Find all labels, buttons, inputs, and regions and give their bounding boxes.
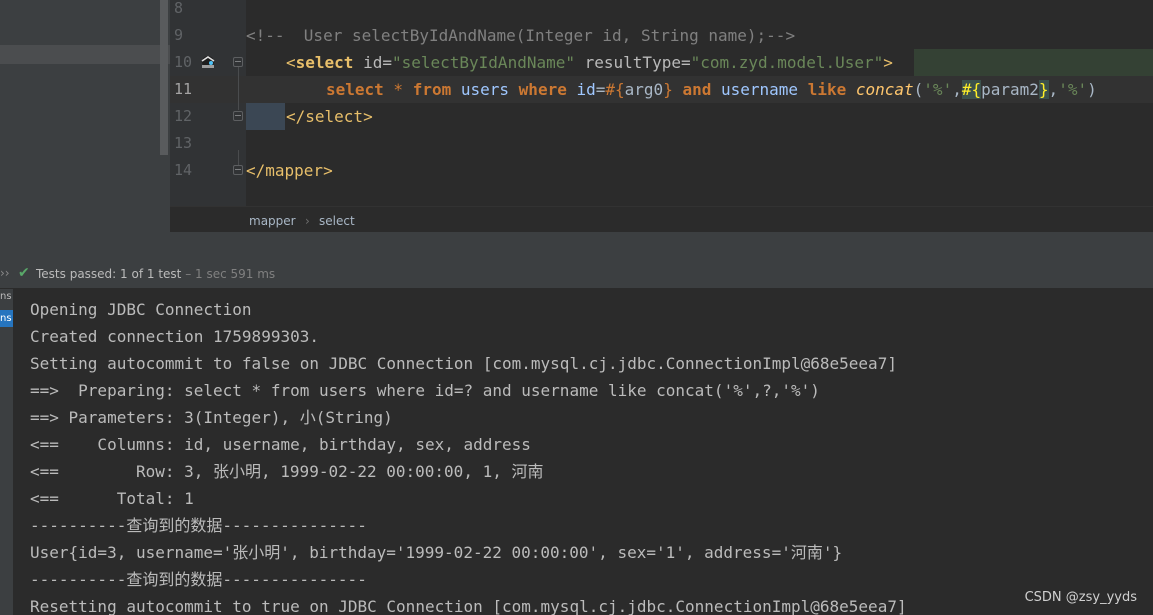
attr-value: "selectByIdAndName"	[391, 53, 575, 72]
check-icon: ✔	[18, 265, 30, 281]
param-brace: #{	[961, 80, 982, 99]
param-brace: }	[1038, 80, 1049, 99]
breadcrumb-item-select[interactable]: select	[319, 214, 355, 228]
sql-keyword: and	[672, 80, 721, 99]
sql-string: '%'	[1058, 80, 1088, 99]
param-brace: }	[663, 80, 673, 99]
console-line: ----------查询到的数据---------------	[30, 570, 367, 589]
console-line: Created connection 1759899303.	[30, 327, 319, 346]
breadcrumb-separator: ›	[305, 214, 310, 228]
param-name: arg0	[624, 80, 664, 99]
sql-keyword: where	[518, 80, 567, 99]
line-number: 10	[174, 53, 193, 71]
code-line-comment: <!-- User selectByIdAndName(Integer id, …	[246, 26, 796, 45]
sql-operator: *	[383, 80, 413, 99]
tag-bracket: >	[883, 53, 893, 72]
console-line: ==> Preparing: select * from users where…	[30, 381, 820, 400]
breadcrumb-item-mapper[interactable]: mapper	[249, 214, 296, 228]
console-line: <== Row: 3, 张小明, 1999-02-22 00:00:00, 1,…	[30, 462, 544, 481]
console-line: <== Total: 1	[30, 489, 194, 508]
test-status-text: Tests passed: 1 of 1 test – 1 sec 591 ms	[36, 267, 275, 281]
expand-chevron-icon[interactable]: ››	[0, 266, 10, 280]
sql-string: '%'	[923, 80, 953, 99]
test-duration: – 1 sec 591 ms	[181, 267, 276, 281]
console-line: Setting autocommit to false on JDBC Conn…	[30, 354, 897, 373]
fold-toggle-icon[interactable]	[233, 57, 243, 67]
code-line-select-close: </select>	[286, 107, 373, 126]
sql-column: username	[721, 80, 799, 99]
param-name: param2	[981, 80, 1039, 99]
sql-function: concat	[855, 80, 914, 99]
line-number: 9	[174, 26, 184, 44]
param-brace: #{	[605, 80, 625, 99]
line-number: 12	[174, 107, 193, 125]
console-line: ----------查询到的数据---------------	[30, 516, 367, 535]
tag-bracket: <	[286, 53, 296, 72]
project-panel-selected-row[interactable]	[0, 45, 170, 64]
selection-highlight	[246, 103, 285, 130]
attr-name: resultType=	[575, 53, 691, 72]
sql-keyword: like	[798, 80, 856, 99]
watermark: CSDN @zsy_yyds	[1024, 590, 1137, 605]
line-number: 11	[174, 80, 193, 98]
line-number: 13	[174, 134, 193, 152]
project-panel-scrollbar[interactable]	[160, 0, 168, 155]
sql-column: id	[566, 80, 596, 99]
console-tab[interactable]: ns	[0, 291, 13, 307]
breadcrumb: mapper › select	[170, 206, 1153, 233]
console-output[interactable]: Opening JDBC Connection Created connecti…	[13, 289, 1153, 615]
attr-value: "com.zyd.model.User"	[690, 53, 884, 72]
console-line: User{id=3, username='张小明', birthday='199…	[30, 543, 843, 562]
attr-name: id=	[353, 53, 392, 72]
paren: (	[913, 80, 924, 99]
tests-passed-count: 1	[120, 267, 128, 281]
mybatis-mapper-icon[interactable]	[199, 53, 219, 71]
comma: ,	[1048, 80, 1059, 99]
code-line-sql: select * from users where id=#{arg0} and…	[326, 76, 1097, 103]
sql-keyword: select	[326, 80, 384, 99]
line-number: 8	[174, 0, 184, 17]
sql-keyword: from	[412, 80, 452, 99]
fold-guide	[238, 67, 239, 110]
tag-match-highlight	[914, 49, 1153, 76]
test-status-bar: ›› ✔ Tests passed: 1 of 1 test – 1 sec 5…	[0, 260, 1153, 289]
tests-passed-label: Tests passed:	[36, 267, 117, 281]
project-panel	[0, 0, 170, 232]
console-line: Resetting autocommit to true on JDBC Con…	[30, 597, 907, 615]
fold-toggle-icon[interactable]	[233, 111, 243, 121]
sql-table: users	[451, 80, 519, 99]
console-side-tabs: ns ns	[0, 289, 13, 615]
tag-name: select	[295, 53, 354, 72]
code-line-mapper-close: </mapper>	[246, 161, 333, 180]
tests-total-text: of 1 test	[127, 267, 182, 281]
code-line-select-open: <select id="selectByIdAndName" resultTyp…	[286, 49, 893, 76]
comma: ,	[952, 80, 962, 99]
sql-operator: =	[595, 80, 606, 99]
console-line: Opening JDBC Connection	[30, 300, 252, 319]
console-tab-active[interactable]: ns	[0, 310, 13, 327]
line-number: 14	[174, 161, 193, 179]
console-line: ==> Parameters: 3(Integer), 小(String)	[30, 408, 393, 427]
fold-guide	[238, 150, 239, 165]
panel-divider[interactable]	[0, 232, 1153, 261]
fold-toggle-icon[interactable]	[233, 165, 243, 175]
console-line: <== Columns: id, username, birthday, sex…	[30, 435, 531, 454]
paren: )	[1087, 80, 1097, 99]
